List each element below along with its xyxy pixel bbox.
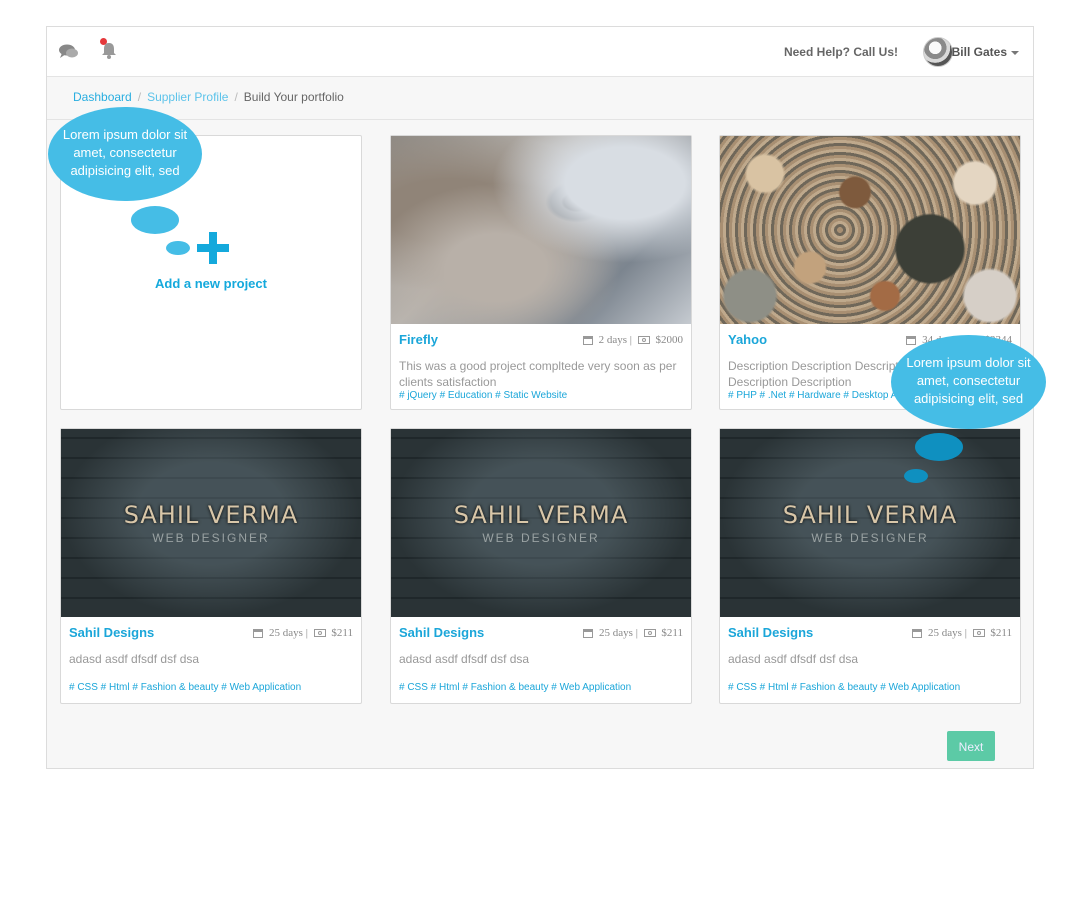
- project-card[interactable]: SAHIL VERMA WEB DESIGNER Sahil Designs 2…: [60, 428, 362, 704]
- divider: [47, 119, 1033, 120]
- plus-icon: [197, 232, 229, 264]
- project-title[interactable]: Sahil Designs: [399, 625, 484, 640]
- project-meta: 2 days | $2000: [582, 334, 683, 346]
- project-description: adasd asdf dfsdf dsf dsa: [69, 652, 200, 666]
- caret-down-icon: [1011, 50, 1019, 55]
- project-title[interactable]: Yahoo: [728, 332, 767, 347]
- breadcrumb-separator: /: [234, 90, 238, 104]
- project-tags: # CSS # Html # Fashion & beauty # Web Ap…: [69, 682, 302, 693]
- annotation-text: Lorem ipsum dolor sit amet, consectetur …: [62, 127, 188, 178]
- chat-icon[interactable]: [59, 44, 79, 65]
- project-title[interactable]: Firefly: [399, 332, 438, 347]
- project-card[interactable]: SAHIL VERMA WEB DESIGNER Sahil Designs 2…: [390, 428, 692, 704]
- project-title[interactable]: Sahil Designs: [69, 625, 154, 640]
- project-description: adasd asdf dfsdf dsf dsa: [728, 652, 859, 666]
- project-card[interactable]: SAHIL VERMA WEB DESIGNER Sahil Designs 2…: [719, 428, 1021, 704]
- bubble-tail-small: [904, 469, 928, 483]
- avatar[interactable]: [923, 37, 953, 67]
- project-image: SAHIL VERMA WEB DESIGNER: [391, 429, 691, 617]
- project-image: SAHIL VERMA WEB DESIGNER: [720, 429, 1020, 617]
- annotation-bubble: Lorem ipsum dolor sit amet, consectetur …: [891, 335, 1046, 429]
- money-icon: [972, 629, 985, 638]
- breadcrumb: Dashboard / Supplier Profile / Build Your po…: [73, 90, 344, 104]
- annotation-bubble: Lorem ipsum dolor sit amet, consectetur …: [48, 107, 202, 201]
- project-description: This was a good project compltede very s…: [399, 359, 677, 389]
- bubble-tail-large: [131, 206, 179, 234]
- image-subtitle-text: WEB DESIGNER: [811, 531, 929, 545]
- image-subtitle-text: WEB DESIGNER: [152, 531, 270, 545]
- calendar-icon: [253, 628, 264, 638]
- add-project-label: Add a new project: [155, 276, 267, 291]
- project-image: [391, 136, 691, 324]
- user-menu[interactable]: Bill Gates: [952, 45, 1019, 59]
- breadcrumb-current: Build Your portfolio: [243, 90, 344, 104]
- annotation-text: Lorem ipsum dolor sit amet, consectetur …: [906, 355, 1031, 406]
- top-navbar: Need Help? Call Us! Bill Gates: [47, 27, 1033, 77]
- bubble-tail-small: [166, 241, 190, 255]
- project-tags: # CSS # Html # Fashion & beauty # Web Ap…: [399, 682, 632, 693]
- image-subtitle-text: WEB DESIGNER: [482, 531, 600, 545]
- user-name: Bill Gates: [951, 45, 1007, 59]
- bell-icon[interactable]: [101, 41, 117, 64]
- project-tags: # jQuery # Education # Static Website: [399, 390, 568, 401]
- calendar-icon: [583, 628, 594, 638]
- image-title-text: SAHIL VERMA: [782, 501, 958, 529]
- calendar-icon: [912, 628, 923, 638]
- next-button[interactable]: Next: [947, 731, 995, 761]
- project-card[interactable]: Firefly 2 days | $2000 This was a good p…: [390, 135, 692, 410]
- project-image: SAHIL VERMA WEB DESIGNER: [61, 429, 361, 617]
- calendar-icon: [906, 335, 917, 345]
- breadcrumb-dashboard[interactable]: Dashboard: [73, 90, 132, 104]
- calendar-icon: [582, 335, 593, 345]
- project-meta: 25 days | $211: [583, 627, 683, 639]
- project-image: [720, 136, 1020, 324]
- project-tags: # CSS # Html # Fashion & beauty # Web Ap…: [728, 682, 961, 693]
- money-icon: [313, 629, 326, 638]
- breadcrumb-supplier-profile[interactable]: Supplier Profile: [147, 90, 228, 104]
- breadcrumb-separator: /: [137, 90, 142, 104]
- project-meta: 25 days | $211: [912, 627, 1012, 639]
- project-title[interactable]: Sahil Designs: [728, 625, 813, 640]
- project-meta: 25 days | $211: [253, 627, 353, 639]
- image-title-text: SAHIL VERMA: [453, 501, 629, 529]
- money-icon: [637, 336, 650, 345]
- money-icon: [643, 629, 656, 638]
- help-text: Need Help? Call Us!: [783, 45, 898, 59]
- project-description: adasd asdf dfsdf dsf dsa: [399, 652, 530, 666]
- bubble-tail-large: [915, 433, 963, 461]
- image-title-text: SAHIL VERMA: [123, 501, 299, 529]
